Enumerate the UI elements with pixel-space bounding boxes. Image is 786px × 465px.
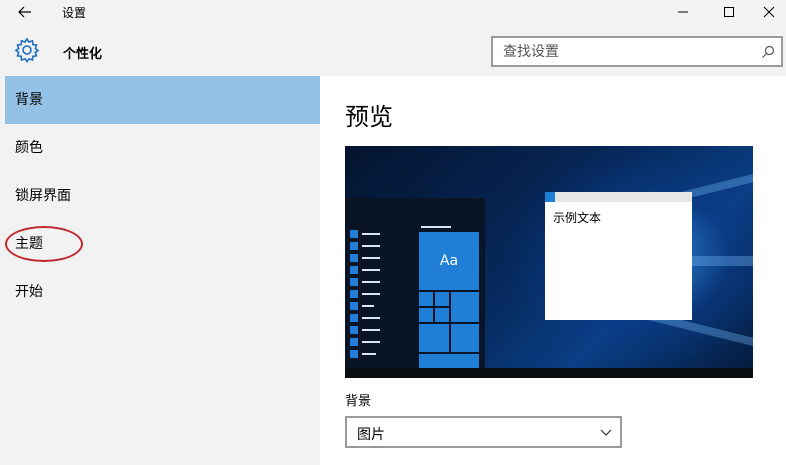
gear-icon — [14, 37, 40, 63]
preview-tile-aa: Aa — [419, 232, 479, 290]
theme-preview-image: Aa 示例文本 — [345, 146, 753, 378]
page-title: 个性化 — [63, 47, 103, 62]
chevron-down-icon — [600, 429, 612, 436]
sample-window-text: 示例文本 — [553, 211, 602, 225]
maximize-icon — [724, 7, 734, 17]
search-box[interactable] — [491, 36, 783, 67]
sidebar-item-start[interactable]: 开始 — [5, 268, 320, 316]
search-input[interactable] — [493, 38, 753, 65]
background-dropdown[interactable]: 图片 — [345, 416, 622, 448]
close-icon — [763, 6, 775, 18]
sidebar-item-label: 主题 — [15, 236, 43, 252]
sidebar-item-lock-screen[interactable]: 锁屏界面 — [5, 172, 320, 220]
sidebar-item-label: 颜色 — [15, 140, 43, 156]
sidebar-item-label: 开始 — [15, 284, 43, 300]
sidebar-item-background[interactable]: 背景 — [5, 76, 320, 124]
sidebar-item-label: 锁屏界面 — [15, 188, 71, 204]
background-dropdown-value: 图片 — [357, 427, 385, 443]
search-icon[interactable] — [761, 45, 775, 59]
sidebar: 背景 颜色 锁屏界面 主题 开始 — [0, 76, 320, 465]
sample-window: 示例文本 — [545, 192, 692, 320]
title-bar: 设置 — [0, 0, 786, 24]
back-button[interactable] — [10, 2, 40, 22]
close-button[interactable] — [746, 0, 786, 24]
start-menu-line — [421, 226, 451, 228]
minimize-icon — [678, 11, 688, 13]
preview-taskbar — [345, 368, 753, 378]
minimize-button[interactable] — [660, 0, 706, 24]
sidebar-item-label: 背景 — [15, 92, 43, 108]
page-header: 个性化 — [0, 24, 786, 76]
sidebar-item-colors[interactable]: 颜色 — [5, 124, 320, 172]
background-label: 背景 — [345, 394, 372, 409]
preview-heading: 预览 — [345, 103, 393, 131]
window-title: 设置 — [62, 6, 87, 20]
sidebar-item-themes[interactable]: 主题 — [5, 220, 320, 268]
arrow-left-icon — [18, 6, 31, 18]
